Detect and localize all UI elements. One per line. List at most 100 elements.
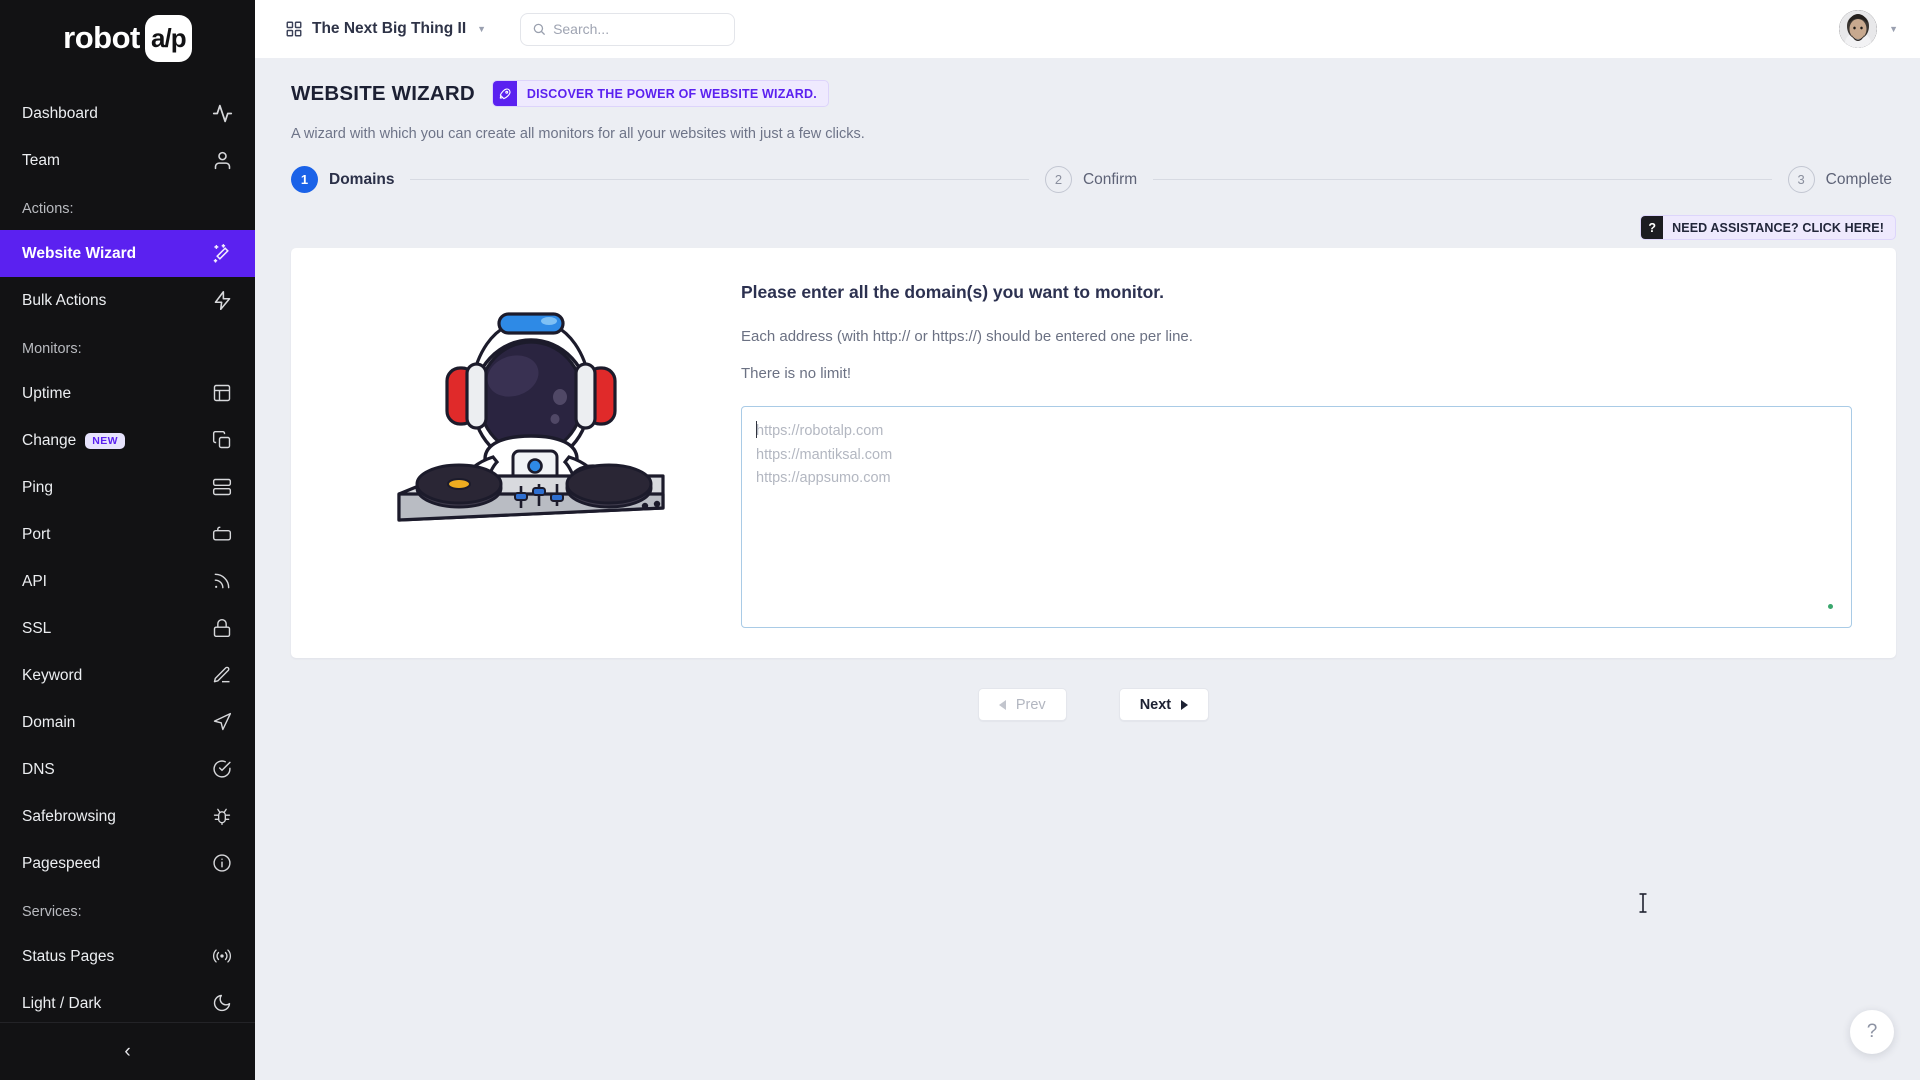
- wizard-step-confirm[interactable]: 2 Confirm: [1044, 166, 1138, 193]
- main-area: The Next Big Thing II ▼ Search... ▼ WEBS…: [255, 0, 1920, 1080]
- plug-icon: [212, 524, 233, 545]
- prev-button[interactable]: Prev: [977, 688, 1067, 721]
- chevron-left-icon: ‹: [124, 1041, 131, 1062]
- server-icon: [212, 477, 233, 498]
- sidebar-item-label: Status Pages: [22, 947, 115, 965]
- sidebar-item-bulk-actions[interactable]: Bulk Actions: [0, 277, 255, 324]
- sidebar-item-label: Ping: [22, 478, 54, 496]
- search-placeholder: Search...: [553, 21, 610, 37]
- sidebar-item-status-pages[interactable]: Status Pages: [0, 933, 255, 980]
- app-logo[interactable]: robot a/p: [0, 4, 255, 72]
- wizard-card-body: Please enter all the domain(s) you want …: [741, 276, 1866, 913]
- logo-mark-text: a/p: [151, 22, 187, 53]
- domains-textarea[interactable]: https://robotalp.com https://mantiksal.c…: [741, 406, 1852, 913]
- topbar-right: ▼: [1839, 10, 1898, 48]
- wizard-stepper: 1 Domains 2 Confirm 3 Complete: [291, 166, 1896, 193]
- page-header: WEBSITE WIZARD DISCOVER THE POWER OF WEB…: [291, 80, 1896, 107]
- sidebar-item-label: API: [22, 572, 47, 590]
- logo-mark: a/p: [144, 14, 192, 62]
- sidebar-item-uptime[interactable]: Uptime: [0, 370, 255, 417]
- sidebar-item-label: DNS: [22, 760, 55, 778]
- assistance-row: ? NEED ASSISTANCE? CLICK HERE!: [291, 215, 1896, 240]
- sidebar-item-pagespeed[interactable]: Pagespeed: [0, 840, 255, 887]
- sidebar-item-api[interactable]: API: [0, 558, 255, 605]
- step-connector: [1153, 179, 1772, 180]
- step-label: Domains: [329, 170, 395, 188]
- wand-icon: [212, 243, 233, 264]
- user-icon: [212, 150, 233, 171]
- pen-icon: [212, 665, 233, 686]
- sidebar-item-keyword[interactable]: Keyword: [0, 652, 255, 699]
- sidebar-item-label: Website Wizard: [22, 244, 137, 262]
- sidebar-item-label: Change: [22, 431, 77, 449]
- step-label: Complete: [1825, 170, 1893, 188]
- promo-badge[interactable]: DISCOVER THE POWER OF WEBSITE WIZARD.: [491, 80, 829, 107]
- logo-wordmark: robot: [63, 20, 140, 55]
- question-mark-icon: ?: [1641, 216, 1664, 239]
- card-help-line-1: Each address (with http:// or https://) …: [741, 328, 1193, 345]
- sidebar-item-label: Domain: [22, 713, 76, 731]
- bug-icon: [212, 806, 233, 827]
- sidebar-item-label: Team: [22, 151, 60, 169]
- step-connector: [410, 179, 1029, 180]
- sidebar-item-label: Bulk Actions: [22, 291, 107, 309]
- sidebar-item-change[interactable]: Change NEW: [0, 417, 255, 464]
- promo-badge-label: DISCOVER THE POWER OF WEBSITE WIZARD.: [526, 86, 817, 101]
- activity-icon: [212, 103, 233, 124]
- step-number: 2: [1044, 166, 1072, 193]
- sidebar-group-label-services: Services:: [22, 904, 82, 920]
- sidebar-item-label: Keyword: [22, 666, 83, 684]
- content-area: WEBSITE WIZARD DISCOVER THE POWER OF WEB…: [255, 58, 1920, 1080]
- rocket-icon: [492, 81, 517, 106]
- step-label: Confirm: [1082, 170, 1138, 188]
- triangle-right-icon: [1181, 699, 1189, 710]
- sidebar-item-light-dark[interactable]: Light / Dark: [0, 980, 255, 1022]
- sidebar-item-port[interactable]: Port: [0, 511, 255, 558]
- project-name: The Next Big Thing II: [312, 20, 467, 37]
- sidebar-item-domain[interactable]: Domain: [0, 699, 255, 746]
- triangle-left-icon: [998, 699, 1006, 710]
- chevron-down-icon[interactable]: ▼: [1889, 24, 1898, 34]
- navigation-icon: [212, 712, 233, 733]
- sidebar-item-safebrowsing[interactable]: Safebrowsing: [0, 793, 255, 840]
- sidebar-item-label: Light / Dark: [22, 994, 102, 1012]
- search-icon: [532, 22, 546, 36]
- status-badge-new: NEW: [85, 432, 125, 449]
- sidebar-item-label: Port: [22, 525, 51, 543]
- card-title: Please enter all the domain(s) you want …: [741, 282, 1164, 302]
- sidebar-collapse-button[interactable]: ‹: [0, 1022, 255, 1080]
- sidebar-item-label: Pagespeed: [22, 854, 101, 872]
- need-assistance-button[interactable]: ? NEED ASSISTANCE? CLICK HERE!: [1640, 215, 1896, 240]
- prev-button-label: Prev: [1015, 696, 1046, 713]
- sidebar-item-label: SSL: [22, 619, 52, 637]
- search-input[interactable]: Search...: [520, 12, 736, 46]
- sidebar-item-dns[interactable]: DNS: [0, 746, 255, 793]
- avatar[interactable]: [1839, 10, 1878, 48]
- wizard-step-domains[interactable]: 1 Domains: [291, 166, 394, 193]
- broadcast-icon: [212, 946, 233, 967]
- sidebar-item-label: Uptime: [22, 384, 72, 402]
- sidebar: robot a/p Dashboard Team Actions: Websit…: [0, 0, 255, 1080]
- lock-icon: [212, 618, 233, 639]
- sidebar-group-label-actions: Actions:: [22, 201, 74, 217]
- next-button[interactable]: Next: [1118, 688, 1210, 721]
- topbar: The Next Big Thing II ▼ Search... ▼: [255, 0, 1920, 58]
- chevron-down-icon: ▼: [477, 24, 487, 34]
- project-selector[interactable]: The Next Big Thing II ▼: [285, 20, 486, 38]
- sidebar-item-ping[interactable]: Ping: [0, 464, 255, 511]
- page-title: WEBSITE WIZARD: [291, 81, 475, 105]
- wizard-step-complete[interactable]: 3 Complete: [1787, 166, 1893, 193]
- text-caret: [756, 421, 757, 438]
- wizard-navigation: Prev Next: [291, 688, 1896, 721]
- bolt-icon: [212, 290, 233, 311]
- page-subtitle: A wizard with which you can create all m…: [291, 126, 865, 142]
- sidebar-item-ssl[interactable]: SSL: [0, 605, 255, 652]
- card-help-line-2: There is no limit!: [741, 365, 852, 382]
- sidebar-item-website-wizard[interactable]: Website Wizard: [0, 230, 255, 277]
- sidebar-item-dashboard[interactable]: Dashboard: [0, 90, 255, 137]
- copy-icon: [212, 430, 233, 451]
- sidebar-nav: Dashboard Team Actions: Website Wizard B…: [0, 72, 255, 1022]
- sidebar-item-team[interactable]: Team: [0, 137, 255, 184]
- step-number: 3: [1787, 166, 1815, 193]
- help-fab-button[interactable]: ?: [1850, 1010, 1894, 1054]
